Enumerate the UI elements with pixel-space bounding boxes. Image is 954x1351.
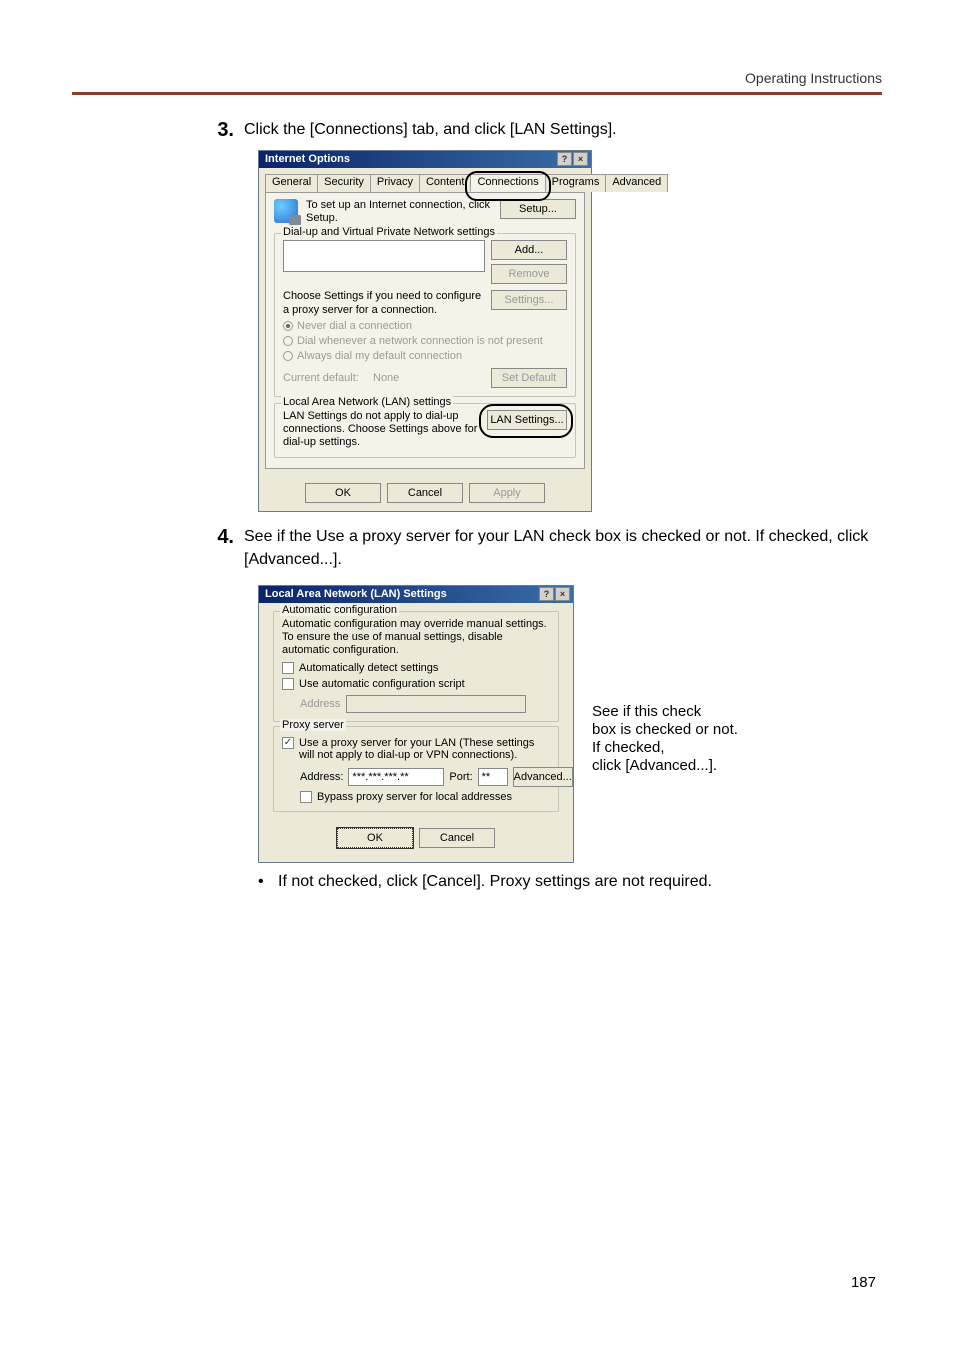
lan-settings-button[interactable]: LAN Settings...	[487, 410, 567, 430]
script-address-label: Address	[300, 698, 340, 710]
help-icon[interactable]: ?	[557, 152, 572, 166]
dialup-legend: Dial-up and Virtual Private Network sett…	[281, 226, 497, 238]
connections-listbox[interactable]	[283, 240, 485, 272]
tab-advanced[interactable]: Advanced	[605, 174, 668, 192]
choose-settings-text: Choose Settings if you need to configure…	[283, 290, 485, 316]
advanced-button[interactable]: Advanced...	[513, 767, 573, 787]
help-icon[interactable]: ?	[539, 587, 554, 601]
tab-general[interactable]: General	[265, 174, 318, 192]
tab-programs[interactable]: Programs	[545, 174, 607, 192]
tab-privacy[interactable]: Privacy	[370, 174, 420, 192]
radio-dial-when-label: Dial whenever a network connection is no…	[297, 335, 543, 347]
lan-legend: Local Area Network (LAN) settings	[281, 396, 453, 408]
bullet-icon: •	[258, 873, 278, 891]
lan-settings-dialog: Local Area Network (LAN) Settings ? × Au…	[258, 585, 574, 863]
page-header: Operating Instructions	[72, 70, 882, 86]
use-script-row[interactable]: Use automatic configuration script	[282, 678, 550, 690]
dialup-group: Dial-up and Virtual Private Network sett…	[274, 233, 576, 396]
callout-annotation: See if this check box is checked or not.…	[592, 579, 738, 774]
internet-options-dialog: Internet Options ? × General Security Pr…	[258, 150, 592, 512]
set-default-button: Set Default	[491, 368, 567, 388]
radio-always-dial[interactable]: Always dial my default connection	[283, 350, 567, 362]
bullet-text: If not checked, click [Cancel]. Proxy se…	[278, 873, 712, 891]
setup-button[interactable]: Setup...	[500, 199, 576, 219]
auto-detect-row[interactable]: Automatically detect settings	[282, 662, 550, 674]
step-3-number: 3.	[208, 119, 244, 142]
radio-dial-when[interactable]: Dial whenever a network connection is no…	[283, 335, 567, 347]
tab-security[interactable]: Security	[317, 174, 371, 192]
radio-always-dial-label: Always dial my default connection	[297, 350, 462, 362]
script-address-input	[346, 695, 526, 713]
proxy-port-input[interactable]	[478, 768, 508, 786]
callout-line-1: See if this check	[592, 703, 738, 720]
lan-dialog-title: Local Area Network (LAN) Settings	[265, 588, 447, 600]
add-button[interactable]: Add...	[491, 240, 567, 260]
bypass-label: Bypass proxy server for local addresses	[317, 791, 512, 803]
lan-dialog-titlebar: Local Area Network (LAN) Settings ? ×	[259, 586, 573, 603]
radio-never-dial-label: Never dial a connection	[297, 320, 412, 332]
tab-connections[interactable]: Connections	[470, 174, 545, 192]
apply-button: Apply	[469, 483, 545, 503]
proxy-group: Proxy server Use a proxy server for your…	[273, 726, 559, 812]
close-icon[interactable]: ×	[555, 587, 570, 601]
step-4-number: 4.	[208, 526, 244, 549]
close-icon[interactable]: ×	[573, 152, 588, 166]
lan-description: LAN Settings do not apply to dial-up con…	[283, 410, 481, 450]
current-default-value: None	[373, 372, 491, 384]
callout-line-4: click [Advanced...].	[592, 757, 738, 774]
connections-panel: To set up an Internet connection, click …	[265, 192, 585, 469]
setup-text: To set up an Internet connection, click …	[306, 199, 492, 225]
auto-config-group: Automatic configuration Automatic config…	[273, 611, 559, 722]
tab-content[interactable]: Content	[419, 174, 472, 192]
ok-button[interactable]: OK	[305, 483, 381, 503]
cancel-button[interactable]: Cancel	[387, 483, 463, 503]
globe-icon	[274, 199, 298, 223]
use-proxy-label: Use a proxy server for your LAN (These s…	[299, 737, 550, 761]
lan-cancel-button[interactable]: Cancel	[419, 828, 495, 848]
proxy-legend: Proxy server	[280, 719, 346, 731]
proxy-port-label: Port:	[449, 771, 472, 783]
callout-line-2: box is checked or not.	[592, 721, 738, 738]
use-proxy-checkbox[interactable]	[282, 737, 294, 749]
dialog-titlebar: Internet Options ? ×	[259, 151, 591, 168]
auto-config-text: Automatic configuration may override man…	[282, 618, 550, 658]
current-default-label: Current default:	[283, 372, 373, 384]
use-script-label: Use automatic configuration script	[299, 678, 465, 690]
step-3-text: Click the [Connections] tab, and click […	[244, 119, 882, 141]
header-rule	[72, 92, 882, 95]
radio-never-dial[interactable]: Never dial a connection	[283, 320, 567, 332]
callout-line-3: If checked,	[592, 739, 738, 756]
auto-detect-label: Automatically detect settings	[299, 662, 438, 674]
dialog-title: Internet Options	[265, 153, 350, 165]
auto-config-legend: Automatic configuration	[280, 604, 399, 616]
proxy-address-input[interactable]	[348, 768, 444, 786]
lan-ok-button[interactable]: OK	[337, 828, 413, 848]
tab-strip: General Security Privacy Content Connect…	[265, 174, 585, 192]
proxy-address-label: Address:	[300, 771, 343, 783]
use-proxy-row[interactable]: Use a proxy server for your LAN (These s…	[282, 737, 550, 761]
dialog-actions: OK Cancel Apply	[259, 475, 591, 511]
bypass-row[interactable]: Bypass proxy server for local addresses	[300, 791, 550, 803]
page-number: 187	[851, 1274, 876, 1291]
step-4-text: See if the Use a proxy server for your L…	[244, 526, 882, 571]
settings-button: Settings...	[491, 290, 567, 310]
remove-button: Remove	[491, 264, 567, 284]
lan-dialog-actions: OK Cancel	[265, 820, 567, 856]
lan-group: Local Area Network (LAN) settings LAN Se…	[274, 403, 576, 459]
